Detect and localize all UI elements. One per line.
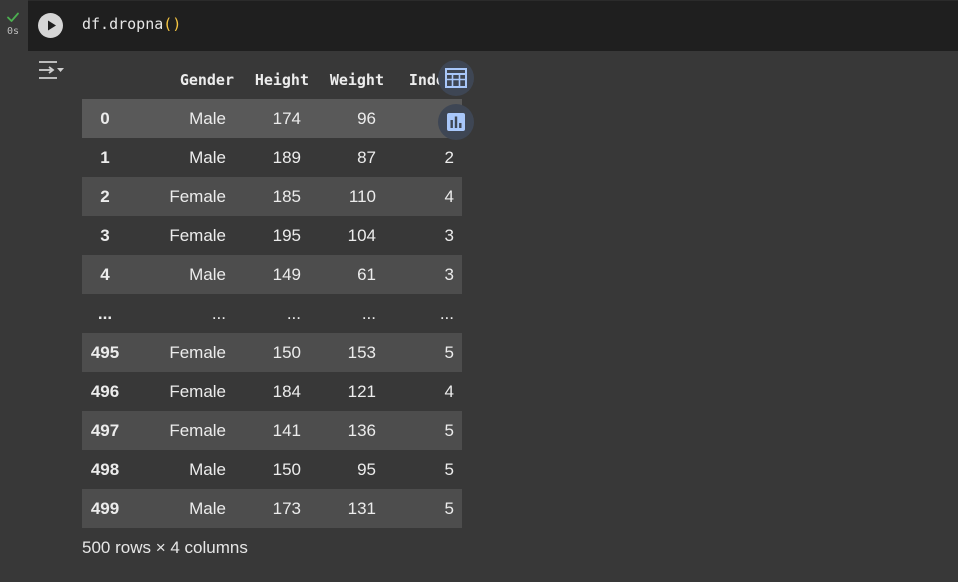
table-row: 499 Male 173 131 5 [82,489,462,528]
table-cell-weight: 110 [348,186,376,206]
column-header: Gender [179,70,234,89]
table-cell-gender: Male [189,147,226,167]
column-header: Height [254,70,309,89]
table-cell-index: 5 [444,420,454,440]
table-icon [445,68,467,88]
table-cell-gender: Female [169,420,226,440]
table-cell-height: ... [286,303,301,323]
notebook-page: 0s df.dropna() Gender Height Weight Inde… [0,0,958,582]
row-index-cell: 3 [100,225,110,245]
table-row: 498 Male 150 95 5 [82,450,462,489]
table-cell-index: 2 [444,147,454,167]
table-cell-gender: Female [169,225,226,245]
row-index-cell: 496 [90,381,120,401]
table-row: 495 Female 150 153 5 [82,333,462,372]
table-cell-weight: 87 [357,147,376,167]
table-cell-weight: 153 [347,342,376,362]
table-row: 496 Female 184 121 4 [82,372,462,411]
table-cell-height: 141 [272,420,301,440]
table-cell-height: 185 [272,186,301,206]
table-cell-gender: Male [189,459,226,479]
table-cell-index: 4 [444,381,454,401]
table-cell-gender: ... [211,303,226,323]
execution-status: 0s [0,10,26,37]
dataframe-table: Gender Height Weight Index 0 Male 174 96 4 1 M… [82,60,462,528]
table-cell-weight: 121 [347,381,376,401]
play-icon [48,20,56,31]
table-cell-weight: 136 [347,420,376,440]
table-cell-height: 150 [272,459,301,479]
table-cell-index: 4 [444,186,454,206]
table-cell-weight: 96 [357,108,376,128]
table-cell-gender: Male [189,264,226,284]
row-index-cell: 0 [100,108,110,128]
table-cell-gender: Male [189,108,226,128]
table-cell-weight: ... [361,303,376,323]
output-actions-button[interactable] [36,58,66,84]
table-cell-height: 149 [272,264,301,284]
row-index-cell: 1 [100,147,110,167]
run-cell-button[interactable] [38,13,63,38]
table-body: 0 Male 174 96 4 1 Male 189 87 2 2 Female 185 110 4 3 Fem… [82,99,462,528]
table-cell-height: 184 [272,381,301,401]
table-cell-index: 5 [444,459,454,479]
table-row: 1 Male 189 87 2 [82,138,462,177]
row-index-cell: 4 [100,264,110,284]
table-cell-height: 173 [272,498,301,518]
row-index-cell: 499 [90,498,120,518]
table-cell-index: 3 [444,264,454,284]
convert-to-table-button[interactable] [438,60,474,96]
row-index-cell: 495 [90,342,120,362]
table-cell-weight: 95 [357,459,376,479]
check-icon [7,12,19,22]
row-index-cell: 497 [90,420,120,440]
table-cell-height: 150 [272,342,301,362]
code-text: df.dropna [82,15,164,33]
table-cell-weight: 61 [357,264,376,284]
suggest-charts-button[interactable] [438,104,474,140]
table-cell-index: 3 [444,225,454,245]
code-parens: () [163,15,182,33]
table-cell-index: 5 [444,498,454,518]
row-index-cell: 498 [90,459,120,479]
table-row: 497 Female 141 136 5 [82,411,462,450]
dataframe-shape: 500 rows × 4 columns [82,538,248,557]
table-cell-height: 174 [272,108,301,128]
table-row: 4 Male 149 61 3 [82,255,462,294]
table-row: 3 Female 195 104 3 [82,216,462,255]
row-index-cell: 2 [100,186,110,206]
table-header-row: Gender Height Weight Index [82,60,462,99]
table-cell-gender: Female [169,342,226,362]
table-cell-index: 5 [444,342,454,362]
table-cell-index: ... [439,303,454,323]
output-actions-icon [39,61,64,79]
bar-chart-icon [447,113,465,131]
table-cell-height: 189 [272,147,301,167]
code-input[interactable]: df.dropna() [82,15,181,33]
execution-time: 0s [6,26,20,37]
table-cell-weight: 104 [347,225,376,245]
table-cell-gender: Female [169,381,226,401]
table-cell-gender: Male [189,498,226,518]
table-cell-height: 195 [272,225,301,245]
column-header: Weight [329,70,384,89]
table-row: 2 Female 185 110 4 [82,177,462,216]
index-header [82,60,128,99]
row-index-cell: ... [97,303,113,323]
table-cell-weight: 131 [347,498,376,518]
table-row: ............... [82,294,462,333]
table-row: 0Male174964 [82,99,462,138]
table-cell-gender: Female [169,186,226,206]
